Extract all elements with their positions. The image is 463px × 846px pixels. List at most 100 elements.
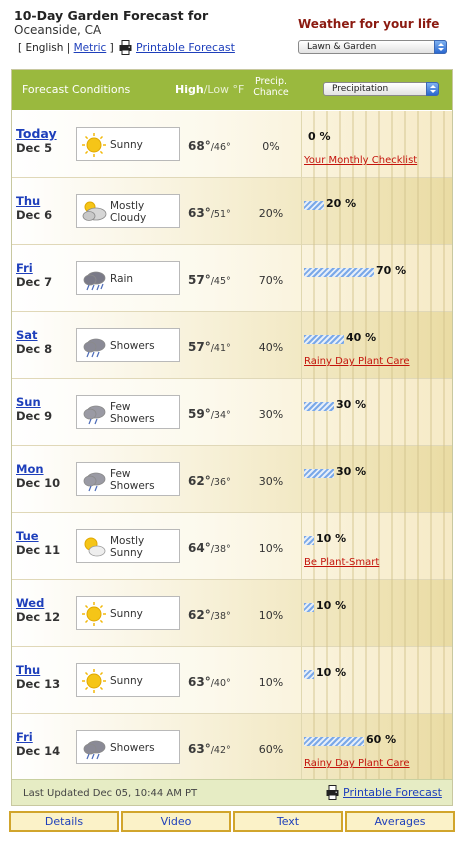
temperature: 63°/42°: [188, 742, 231, 756]
low-temp: /51°: [210, 209, 231, 220]
promo-link[interactable]: Rainy Day Plant Care: [304, 758, 410, 769]
printable-forecast-link[interactable]: Printable Forecast: [343, 786, 442, 799]
promo-link[interactable]: Be Plant-Smart: [304, 557, 379, 568]
day-link[interactable]: Wed: [16, 596, 60, 610]
low-temp: /38°: [210, 611, 231, 622]
tab-text[interactable]: Text: [233, 811, 343, 832]
date-label: Dec 13: [16, 677, 61, 691]
conditions-box[interactable]: Mostly Sunny: [76, 529, 180, 563]
mostly-sunny-icon: [84, 537, 106, 557]
tab-video[interactable]: Video: [121, 811, 231, 832]
day-link[interactable]: Mon: [16, 462, 60, 476]
promo-link[interactable]: Your Monthly Checklist: [304, 155, 417, 166]
bracket-close: ]: [109, 42, 114, 54]
english-option[interactable]: English: [25, 42, 63, 54]
high-temp: 59°: [188, 407, 211, 421]
precip-chance: 60%: [258, 743, 284, 756]
separator: |: [66, 42, 71, 54]
low-temp: /36°: [210, 477, 231, 488]
conditions-box[interactable]: Sunny: [76, 127, 180, 161]
low-label: /Low °F: [203, 83, 245, 96]
condition-text: Mostly Sunny: [110, 535, 145, 559]
forecast-row: Thu Dec 6 Mostly Cloudy 63°/51° 20% 20 %: [12, 178, 452, 245]
precip-bar: [304, 603, 314, 612]
day-link[interactable]: Thu: [16, 194, 52, 208]
day-link[interactable]: Sun: [16, 395, 52, 409]
precip-bar-label: 60 %: [366, 733, 397, 746]
precip-chart-cell: 0 % Your Monthly Checklist: [301, 111, 452, 178]
conditions-box[interactable]: Showers: [76, 730, 180, 764]
page-header: 10-Day Garden Forecast for Oceanside, CA…: [0, 0, 463, 68]
sunny-icon: [82, 602, 106, 626]
day-cell: Tue Dec 11: [16, 529, 60, 557]
date-label: Dec 6: [16, 208, 53, 222]
precip-chart-cell: 10 %: [301, 647, 452, 714]
sunny-icon: [82, 669, 106, 693]
low-temp: /41°: [210, 343, 231, 354]
precip-bar-label: 70 %: [376, 264, 407, 277]
precip-bar-label: 0 %: [308, 130, 331, 143]
temperature: 57°/41°: [188, 340, 231, 354]
conditions-box[interactable]: Few Showers: [76, 462, 180, 496]
select-arrow-icon: [434, 40, 447, 54]
sunny-icon: [82, 133, 106, 157]
high-temp: 63°: [188, 206, 211, 220]
tab-details[interactable]: Details: [9, 811, 119, 832]
precip-chart-cell: 20 %: [301, 178, 452, 245]
metric-link[interactable]: Metric: [74, 42, 107, 54]
forecast-row: Sun Dec 9 Few Showers 59°/34° 30% 30 %: [12, 379, 452, 446]
conditions-box[interactable]: Showers: [76, 328, 180, 362]
date-label: Dec 5: [16, 141, 53, 155]
few-showers-icon: [83, 472, 106, 492]
conditions-box[interactable]: Mostly Cloudy: [76, 194, 180, 228]
date-label: Dec 10: [16, 476, 61, 490]
conditions-box[interactable]: Few Showers: [76, 395, 180, 429]
conditions-box[interactable]: Sunny: [76, 663, 180, 697]
showers-icon: [83, 740, 106, 760]
day-link[interactable]: Sat: [16, 328, 52, 342]
conditions-box[interactable]: Sunny: [76, 596, 180, 630]
low-temp: /45°: [210, 276, 231, 287]
day-link[interactable]: Thu: [16, 663, 60, 677]
precip-line1: Precip.: [254, 76, 288, 87]
condition-text: Few Showers: [110, 401, 155, 425]
precip-chance: 30%: [258, 475, 284, 488]
tab-averages[interactable]: Averages: [345, 811, 455, 832]
precip-chance-column-header: Precip. Chance: [244, 76, 298, 98]
showers-icon: [83, 338, 106, 358]
precip-chance: 10%: [258, 542, 284, 555]
printable-forecast-bottom[interactable]: Printable Forecast: [326, 785, 442, 800]
precip-bar: [304, 335, 344, 344]
precip-bar: [304, 469, 334, 478]
location-label: Oceanside, CA: [14, 23, 102, 37]
lawn-garden-select[interactable]: Lawn & Garden: [298, 40, 447, 54]
precip-chart-cell: 40 % Rainy Day Plant Care: [301, 312, 452, 379]
forecast-row: Today Dec 5 Sunny 68°/46° 0% 0 % Your Mon…: [12, 111, 452, 178]
condition-text: Showers: [110, 340, 155, 352]
precip-bar-label: 30 %: [336, 465, 367, 478]
precip-chance: 20%: [258, 207, 284, 220]
high-temp: 64°: [188, 541, 211, 555]
promo-link[interactable]: Rainy Day Plant Care: [304, 356, 410, 367]
precip-bar: [304, 402, 334, 411]
date-label: Dec 12: [16, 610, 61, 624]
precip-chance: 70%: [258, 274, 284, 287]
day-link[interactable]: Fri: [16, 261, 52, 275]
select-arrow-icon: [426, 82, 439, 96]
printable-forecast-link[interactable]: Printable Forecast: [136, 41, 235, 54]
day-link[interactable]: Today: [16, 127, 57, 141]
day-cell: Fri Dec 14: [16, 730, 60, 758]
day-cell: Sat Dec 8: [16, 328, 52, 356]
day-link[interactable]: Tue: [16, 529, 60, 543]
day-cell: Sun Dec 9: [16, 395, 52, 423]
precip-bar: [304, 670, 314, 679]
day-cell: Wed Dec 12: [16, 596, 60, 624]
precipitation-select[interactable]: Precipitation: [323, 82, 439, 96]
high-temp: 57°: [188, 273, 211, 287]
conditions-box[interactable]: Rain: [76, 261, 180, 295]
high-temp: 63°: [188, 742, 211, 756]
forecast-table: Forecast Conditions High/Low °F Precip. C…: [11, 69, 453, 806]
printable-forecast-top[interactable]: Printable Forecast: [119, 40, 235, 55]
condition-text: Sunny: [110, 139, 143, 151]
day-link[interactable]: Fri: [16, 730, 60, 744]
